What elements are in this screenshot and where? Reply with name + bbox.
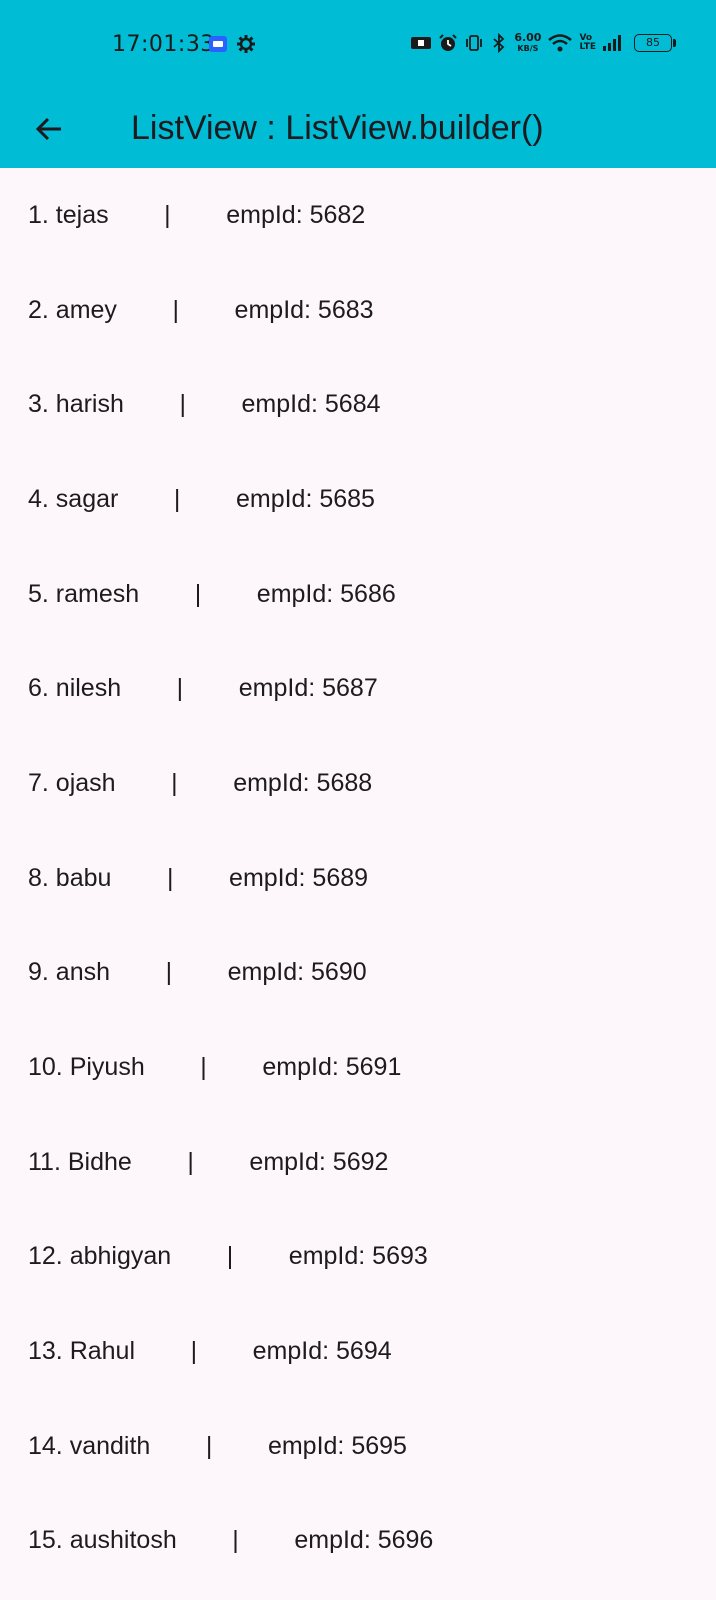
- list-item[interactable]: 6. nilesh | empId: 5687: [0, 641, 716, 736]
- volte-bottom: LTE: [579, 42, 596, 52]
- list-item[interactable]: 1. tejas | empId: 5682: [0, 168, 716, 263]
- list-item[interactable]: 7. ojash | empId: 5688: [0, 736, 716, 831]
- media-icon: [208, 34, 228, 54]
- status-left-icons: [208, 34, 256, 54]
- network-speed-unit: KB/S: [517, 44, 539, 53]
- list-item[interactable]: 5. ramesh | empId: 5686: [0, 547, 716, 642]
- network-speed-value: 6.00: [514, 31, 542, 44]
- list-item[interactable]: 8. babu | empId: 5689: [0, 831, 716, 926]
- signal-icon: [602, 34, 624, 52]
- back-button[interactable]: [26, 106, 72, 152]
- network-speed: 6.00 KB/S: [514, 32, 541, 54]
- list-item[interactable]: 4. sagar | empId: 5685: [0, 452, 716, 547]
- page-title: ListView : ListView.builder(): [131, 109, 544, 147]
- list-item[interactable]: 10. Piyush | empId: 5691: [0, 1020, 716, 1115]
- wifi-icon: [547, 33, 573, 53]
- status-right-icons: 6.00 KB/S Vo LTE 85: [410, 32, 676, 54]
- status-bar: 17:01:33 6.00 KB/S Vo LTE 85: [0, 0, 716, 90]
- volte-indicator: Vo LTE: [579, 34, 596, 52]
- list-item[interactable]: 14. vandith | empId: 5695: [0, 1399, 716, 1494]
- employee-list[interactable]: 1. tejas | empId: 5682 2. amey | empId: 5…: [0, 168, 716, 1588]
- list-item[interactable]: 2. amey | empId: 5683: [0, 263, 716, 358]
- alarm-icon: [438, 33, 458, 53]
- list-item[interactable]: 15. aushitosh | empId: 5696: [0, 1494, 716, 1589]
- list-item[interactable]: 3. harish | empId: 5684: [0, 357, 716, 452]
- list-item[interactable]: 12. abhigyan | empId: 5693: [0, 1210, 716, 1305]
- list-item[interactable]: 9. ansh | empId: 5690: [0, 926, 716, 1021]
- bluetooth-icon: [490, 33, 508, 53]
- settings-gear-icon: [236, 34, 256, 54]
- list-item[interactable]: 11. Bidhe | empId: 5692: [0, 1115, 716, 1210]
- status-time: 17:01:33: [112, 32, 215, 57]
- nfc-icon: [410, 34, 432, 52]
- arrow-back-icon: [33, 113, 65, 145]
- vibrate-icon: [464, 33, 484, 53]
- battery-icon: 85: [634, 34, 676, 52]
- app-bar: ListView : ListView.builder(): [0, 90, 716, 168]
- list-item[interactable]: 13. Rahul | empId: 5694: [0, 1304, 716, 1399]
